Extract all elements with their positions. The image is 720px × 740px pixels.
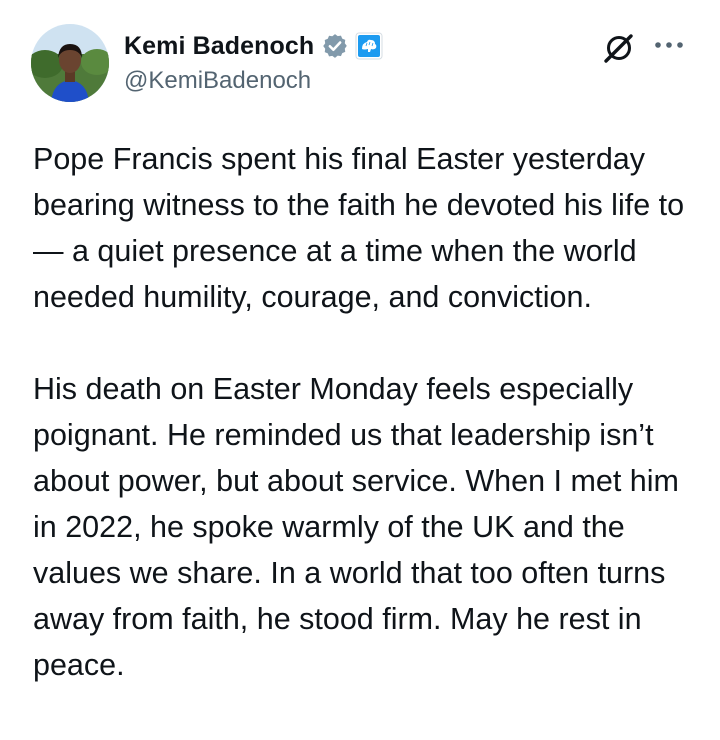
- more-options-icon[interactable]: [652, 34, 686, 56]
- tweet-text: Pope Francis spent his final Easter yest…: [33, 136, 703, 688]
- tweet-card: Kemi Badenoch @KemiBadenoch Pope Francis…: [0, 0, 720, 740]
- author-name-row: Kemi Badenoch: [124, 28, 383, 64]
- profile-photo-icon: [31, 24, 109, 102]
- grok-icon[interactable]: [601, 30, 637, 66]
- tweet-paragraph: His death on Easter Monday feels especia…: [33, 372, 679, 682]
- avatar[interactable]: [31, 24, 109, 102]
- tweet-paragraph: Pope Francis spent his final Easter yest…: [33, 142, 685, 314]
- author-handle[interactable]: @KemiBadenoch: [124, 67, 311, 95]
- conservative-party-badge-icon[interactable]: [355, 32, 383, 60]
- author-display-name[interactable]: Kemi Badenoch: [124, 32, 314, 61]
- verified-badge-icon[interactable]: [321, 32, 349, 60]
